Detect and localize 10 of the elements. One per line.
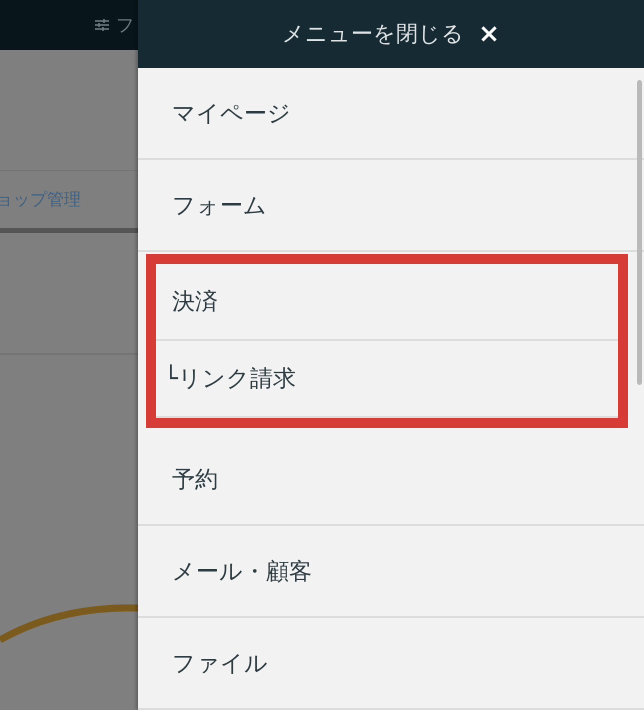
scrollbar[interactable] — [637, 80, 642, 385]
close-menu-button[interactable]: メニューを閉じる × — [138, 0, 644, 68]
close-icon: × — [478, 19, 500, 49]
top-bar-text: フ — [116, 14, 134, 37]
sliders-icon — [94, 18, 110, 32]
menu-item[interactable]: 決済 — [156, 264, 618, 341]
menu-item[interactable]: ファイル — [138, 618, 644, 710]
menu-item[interactable]: 予約 — [138, 434, 644, 526]
submenu-item[interactable]: └リンク請求 — [156, 341, 618, 418]
menu-item[interactable]: メール・顧客 — [138, 526, 644, 618]
